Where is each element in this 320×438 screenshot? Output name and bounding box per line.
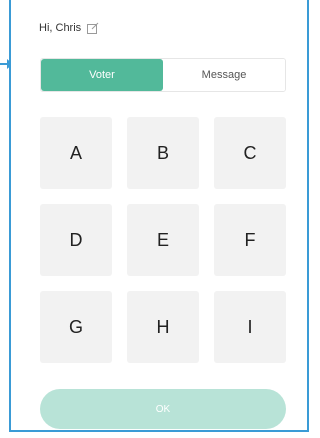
tab-voter[interactable]: Voter [41, 59, 163, 91]
ok-button[interactable]: OK [40, 389, 286, 429]
key-h[interactable]: H [127, 291, 199, 363]
key-e[interactable]: E [127, 204, 199, 276]
answer-keypad: A B C D E F G H I [40, 117, 286, 363]
key-d[interactable]: D [40, 204, 112, 276]
mode-tabs: Voter Message [40, 58, 286, 92]
key-g[interactable]: G [40, 291, 112, 363]
edit-icon-graphic [87, 22, 99, 34]
key-c[interactable]: C [214, 117, 286, 189]
edit-icon[interactable] [87, 22, 99, 34]
greeting-text: Hi, Chris [39, 22, 82, 34]
key-f[interactable]: F [214, 204, 286, 276]
key-a[interactable]: A [40, 117, 112, 189]
key-i[interactable]: I [214, 291, 286, 363]
greeting-row: Hi, Chris [39, 22, 99, 34]
key-b[interactable]: B [127, 117, 199, 189]
tab-message[interactable]: Message [163, 59, 285, 91]
